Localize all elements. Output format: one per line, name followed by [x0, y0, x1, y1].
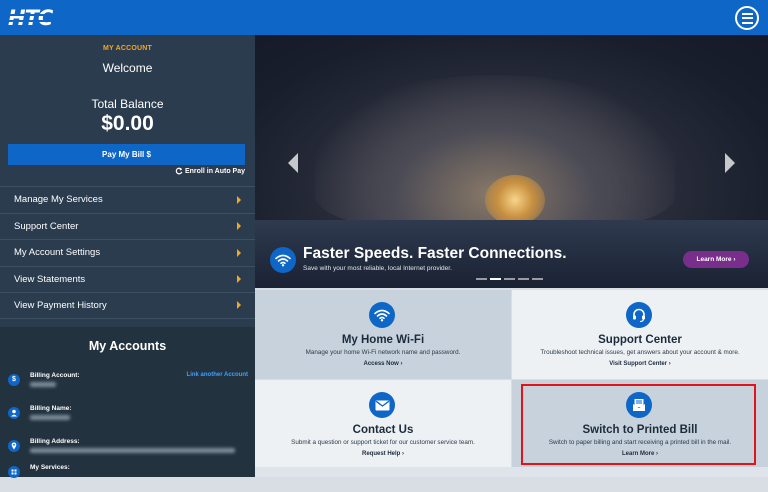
- nav-item-view-statements[interactable]: View Statements: [0, 265, 255, 293]
- request-help-link[interactable]: Request Help ›: [255, 451, 511, 457]
- total-balance-label: Total Balance: [91, 97, 164, 111]
- carousel-next-arrow-icon[interactable]: [725, 153, 735, 173]
- carousel-dot-active[interactable]: [490, 278, 501, 280]
- logo-text: HTC: [8, 6, 53, 30]
- tile-description: Manage your home Wi-Fi network name and …: [305, 349, 461, 356]
- nav-item-payment-history[interactable]: View Payment History: [0, 292, 255, 319]
- billing-name-row: Billing Name:: [8, 405, 248, 433]
- nav-label: Manage My Services: [14, 194, 103, 206]
- hero-subtitle: Save with your most reliable, local Inte…: [303, 265, 452, 272]
- nav-label: View Payment History: [14, 299, 107, 311]
- tile-contact-us[interactable]: Contact Us Submit a question or support …: [255, 380, 511, 469]
- tile-link-label: Request Help: [361, 451, 401, 457]
- link-another-account-link[interactable]: Link another Account: [187, 372, 248, 378]
- billing-name-label: Billing Name:: [30, 405, 72, 412]
- billing-account-row: $ Billing Account: Link another Account: [8, 372, 248, 400]
- headset-icon: [626, 302, 652, 328]
- nav-item-manage-services[interactable]: Manage My Services: [0, 186, 255, 213]
- wifi-icon: [369, 302, 395, 328]
- tile-link-label: Learn More: [621, 451, 655, 457]
- tile-description: Troubleshoot technical issues, get answe…: [540, 349, 740, 356]
- hero-title: Faster Speeds. Faster Connections.: [303, 245, 567, 262]
- chevron-right-icon: [237, 301, 241, 310]
- carousel-dot[interactable]: [476, 278, 487, 280]
- nav-label: Support Center: [14, 220, 79, 232]
- nav-item-account-settings[interactable]: My Account Settings: [0, 239, 255, 266]
- hamburger-menu-icon[interactable]: [735, 6, 759, 30]
- carousel-dot[interactable]: [504, 278, 515, 280]
- services-icon: [8, 466, 20, 478]
- tile-link-label: Access Now: [363, 361, 399, 367]
- nav-item-support-center[interactable]: Support Center: [0, 212, 255, 240]
- my-services-row: My Services:: [8, 464, 248, 492]
- tile-title: My Home Wi-Fi: [341, 334, 425, 346]
- location-pin-icon: [8, 440, 20, 452]
- hero-banner: Faster Speeds. Faster Connections. Save …: [255, 35, 768, 288]
- hero-learn-more-button[interactable]: Learn More ›: [683, 251, 749, 268]
- billing-address-row: Billing Address:: [8, 438, 248, 466]
- carousel-dots: [476, 278, 543, 280]
- logo-stripe: [8, 20, 78, 22]
- nav-label: My Account Settings: [14, 247, 101, 259]
- total-balance-value: $0.00: [101, 112, 154, 135]
- logo-stripe: [8, 14, 78, 16]
- tile-switch-to-printed-bill[interactable]: Switch to Printed Bill Switch to paper b…: [512, 380, 768, 469]
- visit-support-center-link[interactable]: Visit Support Center ›: [512, 361, 768, 367]
- my-account-label: MY ACCOUNT: [102, 45, 153, 52]
- hero-photo-tablet-glow: [485, 175, 545, 225]
- bottom-strip: [255, 467, 768, 477]
- mail-bill-icon: [626, 392, 652, 418]
- redacted-value: [30, 415, 70, 420]
- redacted-value: [30, 448, 235, 453]
- chevron-right-icon: [237, 195, 241, 204]
- chevron-right-icon: [237, 275, 241, 284]
- tile-title: Contact Us: [352, 424, 414, 436]
- my-services-label: My Services:: [30, 464, 70, 471]
- sidebar-nav: Manage My Services Support Center My Acc…: [0, 186, 255, 319]
- tile-support-center[interactable]: Support Center Troubleshoot technical is…: [512, 290, 768, 379]
- autopay-label: Enroll in Auto Pay: [184, 167, 245, 175]
- billing-address-label: Billing Address:: [30, 438, 80, 445]
- carousel-dot[interactable]: [532, 278, 543, 280]
- chevron-right-icon: [237, 222, 241, 231]
- dollar-icon: $: [8, 374, 20, 386]
- sidebar: MY ACCOUNT Welcome Total Balance $0.00 P…: [0, 35, 255, 478]
- person-icon: [8, 407, 20, 419]
- access-now-link[interactable]: Access Now ›: [255, 361, 511, 367]
- carousel-dot[interactable]: [518, 278, 529, 280]
- learn-more-link[interactable]: Learn More ›: [512, 451, 768, 457]
- tile-title: Switch to Printed Bill: [582, 424, 698, 436]
- tile-title: Support Center: [598, 334, 682, 346]
- enroll-autopay-link[interactable]: Enroll in Auto Pay: [175, 167, 245, 175]
- my-accounts-panel: My Accounts $ Billing Account: Link anot…: [0, 327, 255, 478]
- pay-my-bill-button[interactable]: Pay My Bill $: [8, 144, 245, 165]
- envelope-icon: [369, 392, 395, 418]
- welcome-text: Welcome: [102, 61, 153, 75]
- billing-account-label: Billing Account:: [30, 372, 80, 379]
- top-bar: HTC: [0, 0, 768, 35]
- tile-my-home-wifi[interactable]: My Home Wi-Fi Manage your home Wi-Fi net…: [255, 290, 511, 379]
- tile-description: Submit a question or support ticket for …: [291, 439, 475, 446]
- chevron-right-icon: [237, 248, 241, 257]
- nav-label: View Statements: [14, 273, 86, 285]
- redacted-value: [30, 382, 56, 387]
- tile-description: Switch to paper billing and start receiv…: [548, 439, 732, 446]
- learn-more-label: Learn More: [696, 256, 732, 263]
- refresh-icon: [175, 167, 183, 175]
- carousel-prev-arrow-icon[interactable]: [288, 153, 298, 173]
- wifi-icon: [270, 247, 296, 273]
- htc-logo[interactable]: HTC: [8, 6, 78, 30]
- my-accounts-title: My Accounts: [88, 339, 167, 353]
- tile-link-label: Visit Support Center: [609, 361, 668, 367]
